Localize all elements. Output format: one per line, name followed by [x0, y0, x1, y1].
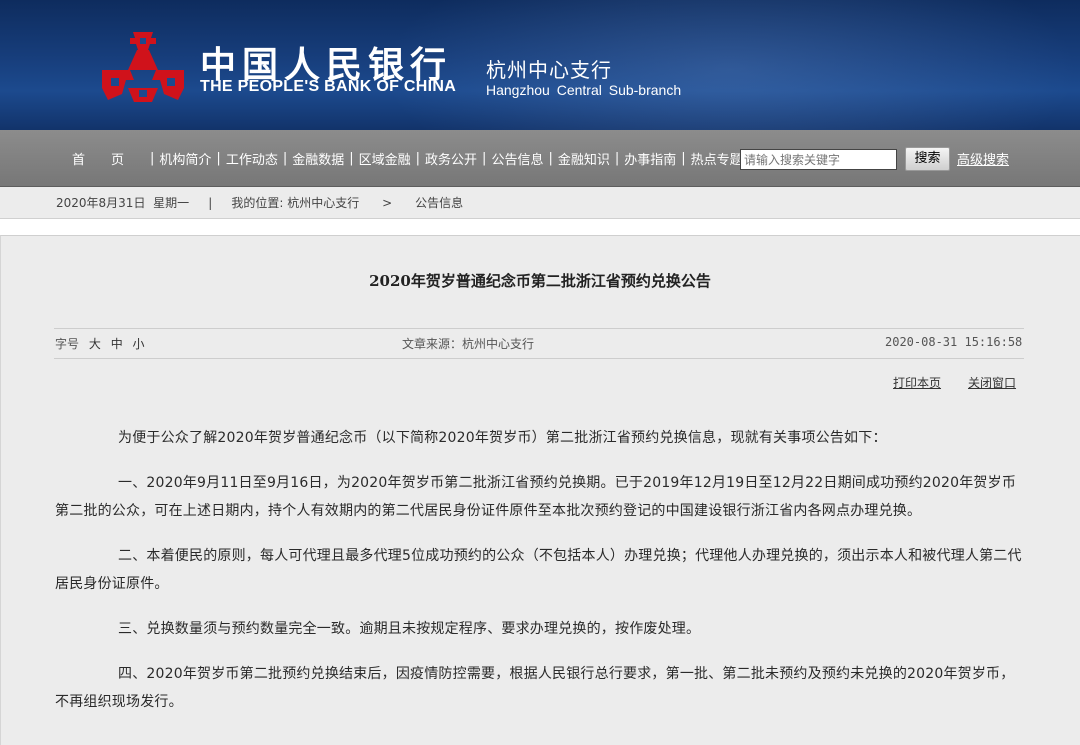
branch-name-cn: 杭州中心支行 — [486, 58, 612, 82]
article-paragraph: 一、2020年9月11日至9月16日，为2020年贺岁币第二批浙江省预约兑换期。… — [55, 475, 1017, 519]
article-datetime: 2020-08-31 15:16:58 — [885, 335, 1023, 349]
nav-item-news[interactable]: 工作动态 — [221, 149, 283, 168]
nav-item-regional-finance[interactable]: 区域金融 — [354, 149, 416, 168]
breadcrumb-link-announcements[interactable]: 公告信息 — [415, 196, 463, 210]
nav-item-hot-topics[interactable]: 热点专题 — [686, 149, 748, 168]
pboc-emblem-icon — [102, 32, 184, 102]
breadcrumb-separator: | — [208, 196, 213, 210]
header-banner: 中国人民银行 THE PEOPLE'S BANK OF CHINA 杭州中心支行… — [0, 0, 1080, 130]
advanced-search-link[interactable]: 高级搜索 — [957, 149, 1009, 168]
nav-item-financial-data[interactable]: 金融数据 — [287, 149, 349, 168]
search-input[interactable] — [740, 149, 897, 170]
font-size-small[interactable]: 小 — [133, 337, 145, 351]
nav-item-financial-knowledge[interactable]: 金融知识 — [553, 149, 615, 168]
breadcrumb: 2020年8月31日 星期一 | 我的位置: 杭州中心支行 > 公告信息 — [0, 187, 1080, 219]
close-window-link[interactable]: 关闭窗口 — [968, 374, 1016, 391]
article-paragraph: 三、兑换数量须与预约数量完全一致。逾期且未按规定程序、要求办理兑换的，按作废处理… — [118, 621, 701, 637]
font-size-control: 字号 大 中 小 — [55, 335, 145, 352]
breadcrumb-link-branch[interactable]: 杭州中心支行 — [287, 196, 359, 210]
nav-item-about[interactable]: 机构简介 — [154, 149, 216, 168]
meta-divider-top — [54, 328, 1024, 329]
breadcrumb-arrow: > — [382, 196, 393, 210]
main-nav: 首页 | 机构简介 | 工作动态 | 金融数据 | 区域金融 | 政务公开 | … — [0, 130, 1080, 187]
nav-menu: 首页 | 机构简介 | 工作动态 | 金融数据 | 区域金融 | 政务公开 | … — [66, 130, 748, 187]
current-date: 2020年8月31日 星期一 — [56, 196, 190, 210]
article-paragraph: 为便于公众了解2020年贺岁普通纪念币（以下简称2020年贺岁币）第二批浙江省预… — [118, 430, 887, 446]
article-title: 2020年贺岁普通纪念币第二批浙江省预约兑换公告 — [369, 272, 711, 290]
article-source: 文章来源：杭州中心支行 — [402, 337, 535, 351]
font-size-medium[interactable]: 中 — [111, 337, 123, 351]
print-page-link[interactable]: 打印本页 — [893, 374, 941, 391]
nav-item-government-affairs[interactable]: 政务公开 — [420, 149, 482, 168]
nav-item-home[interactable]: 首页 — [66, 149, 150, 168]
banner-glow — [380, 0, 1080, 130]
font-size-label: 字号 — [55, 337, 80, 351]
font-size-large[interactable]: 大 — [89, 337, 101, 351]
nav-item-announcements[interactable]: 公告信息 — [486, 149, 548, 168]
bank-name-en: THE PEOPLE'S BANK OF CHINA — [200, 78, 457, 95]
article-paragraph: 四、2020年贺岁币第二批预约兑换结束后，因疫情防控需要，根据人民银行总行要求，… — [55, 666, 1015, 710]
location-label: 我的位置: — [231, 196, 284, 210]
article-paragraph: 二、本着便民的原则，每人可代理且最多代理5位成功预约的公众（不包括本人）办理兑换… — [55, 548, 1022, 592]
nav-item-service-guide[interactable]: 办事指南 — [619, 149, 681, 168]
meta-divider-bottom — [54, 358, 1024, 359]
branch-name-en: Hangzhou Central Sub-branch — [486, 82, 682, 98]
search-button[interactable]: 搜索 — [905, 147, 950, 171]
article-body: 为便于公众了解2020年贺岁普通纪念币（以下简称2020年贺岁币）第二批浙江省预… — [55, 424, 1025, 733]
